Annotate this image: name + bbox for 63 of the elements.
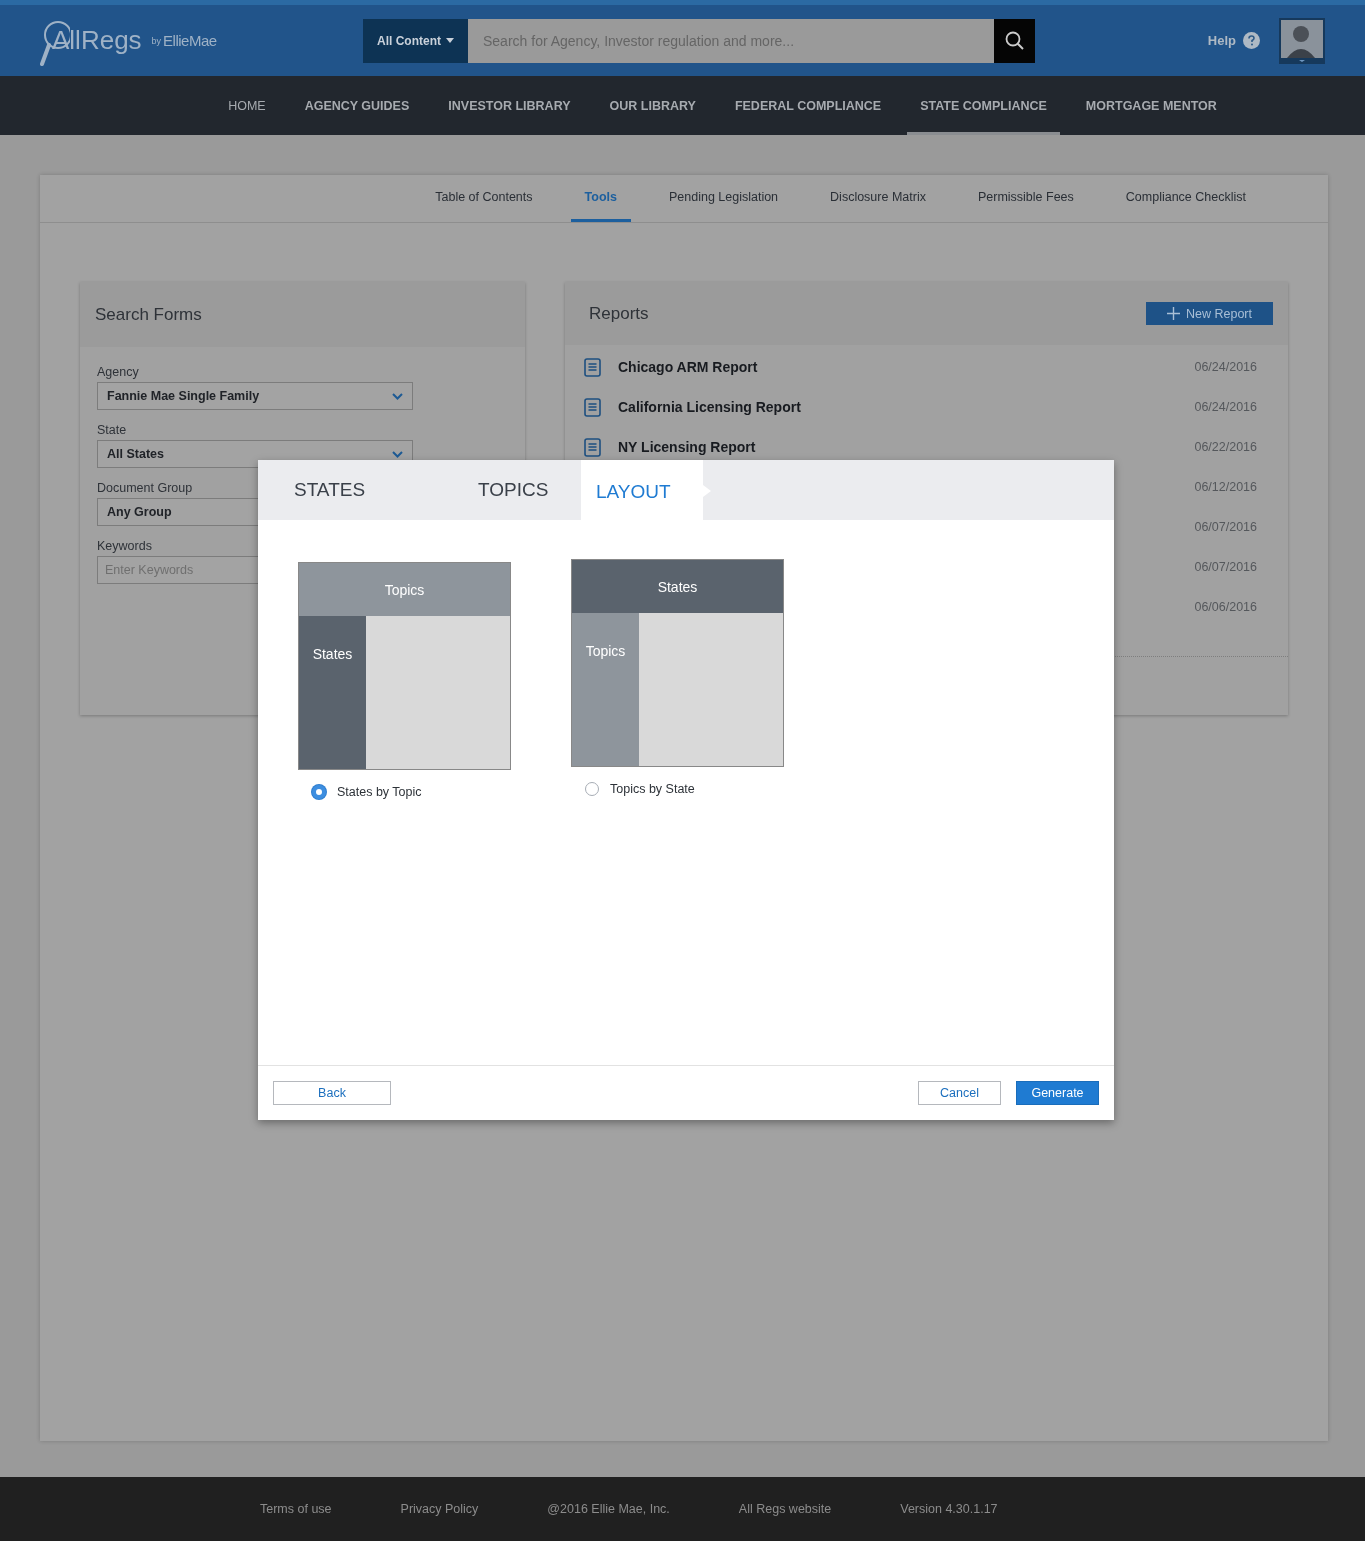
radio-button[interactable] bbox=[585, 782, 599, 796]
nav-tab[interactable]: INVESTOR LIBRARY bbox=[435, 79, 584, 135]
footer-link[interactable]: Privacy Policy bbox=[400, 1502, 479, 1516]
panel-title: Reports bbox=[589, 303, 649, 324]
report-date: 06/24/2016 bbox=[1194, 400, 1257, 414]
nav-tab[interactable]: HOME bbox=[215, 79, 279, 135]
radio-label[interactable]: States by Topic bbox=[337, 785, 422, 799]
report-date: 06/07/2016 bbox=[1194, 520, 1257, 534]
diagram-label: Topics bbox=[585, 643, 626, 659]
search-button[interactable] bbox=[994, 18, 1035, 63]
report-date: 06/07/2016 bbox=[1194, 560, 1257, 574]
footer-link[interactable]: Terms of use bbox=[260, 1502, 332, 1516]
field-label: Keywords bbox=[97, 539, 152, 553]
logo-byline: by bbox=[151, 35, 162, 46]
caret-icon bbox=[446, 38, 454, 43]
layout-diagram[interactable]: States Topics bbox=[571, 559, 784, 767]
back-button[interactable]: Back bbox=[273, 1081, 391, 1105]
new-report-button[interactable]: New Report bbox=[1146, 302, 1273, 325]
section-tab[interactable]: Permissible Fees bbox=[963, 175, 1088, 222]
logo-brand: EllieMae bbox=[163, 32, 217, 49]
report-date: 06/22/2016 bbox=[1194, 440, 1257, 454]
footer-link[interactable]: @2016 Ellie Mae, Inc. bbox=[547, 1502, 670, 1516]
diagram-label: States bbox=[312, 646, 353, 662]
nav-tab[interactable]: OUR LIBRARY bbox=[596, 79, 709, 135]
section-tab[interactable]: Table of Contents bbox=[421, 175, 547, 222]
dropdown-field[interactable]: Fannie Mae Single Family bbox=[97, 382, 413, 410]
report-name-link[interactable]: California Licensing Report bbox=[618, 399, 801, 415]
footer-link[interactable]: Version 4.30.1.17 bbox=[900, 1502, 998, 1516]
panel-title: Search Forms bbox=[95, 304, 202, 325]
field-label: Agency bbox=[97, 365, 139, 379]
avatar-icon[interactable] bbox=[1279, 17, 1325, 64]
field-label: Document Group bbox=[97, 481, 193, 495]
document-icon bbox=[584, 397, 601, 417]
nav-tab[interactable]: AGENCY GUIDES bbox=[291, 79, 423, 135]
nav-tab[interactable]: STATE COMPLIANCE bbox=[907, 79, 1060, 135]
logo-text[interactable]: AllRegs bbox=[52, 25, 142, 56]
section-tab[interactable]: Pending Legislation bbox=[654, 175, 793, 222]
scope-dropdown[interactable]: All Content bbox=[363, 18, 468, 63]
diagram-label: States bbox=[657, 578, 698, 595]
report-date: 06/06/2016 bbox=[1194, 600, 1257, 614]
field-label: State bbox=[97, 423, 127, 437]
section-tab[interactable]: Compliance Checklist bbox=[1111, 175, 1260, 222]
step-tab[interactable]: TOPICS bbox=[439, 460, 581, 520]
nav-tab[interactable]: MORTGAGE MENTOR bbox=[1072, 79, 1230, 135]
document-icon bbox=[584, 357, 601, 377]
layout-diagram[interactable]: Topics States bbox=[298, 562, 511, 770]
plus-icon bbox=[1167, 307, 1180, 320]
generate-button[interactable]: Generate bbox=[1016, 1081, 1099, 1105]
radio-label[interactable]: Topics by State bbox=[610, 782, 695, 796]
report-name-link[interactable]: Chicago ARM Report bbox=[618, 359, 758, 375]
report-name-link[interactable]: NY Licensing Report bbox=[618, 439, 756, 455]
nav-tab[interactable]: FEDERAL COMPLIANCE bbox=[721, 79, 895, 135]
section-tab[interactable]: Disclosure Matrix bbox=[816, 175, 940, 222]
search-icon bbox=[1004, 30, 1025, 51]
diagram-label: Topics bbox=[384, 581, 425, 598]
report-date: 06/12/2016 bbox=[1194, 480, 1257, 494]
footer-link[interactable]: All Regs website bbox=[738, 1502, 832, 1516]
report-date: 06/24/2016 bbox=[1194, 360, 1257, 374]
radio-button[interactable] bbox=[312, 785, 326, 799]
document-icon bbox=[584, 437, 601, 457]
help-icon[interactable] bbox=[1243, 32, 1260, 49]
help-link[interactable]: Help bbox=[1207, 33, 1236, 48]
cancel-button[interactable]: Cancel bbox=[918, 1081, 1001, 1105]
